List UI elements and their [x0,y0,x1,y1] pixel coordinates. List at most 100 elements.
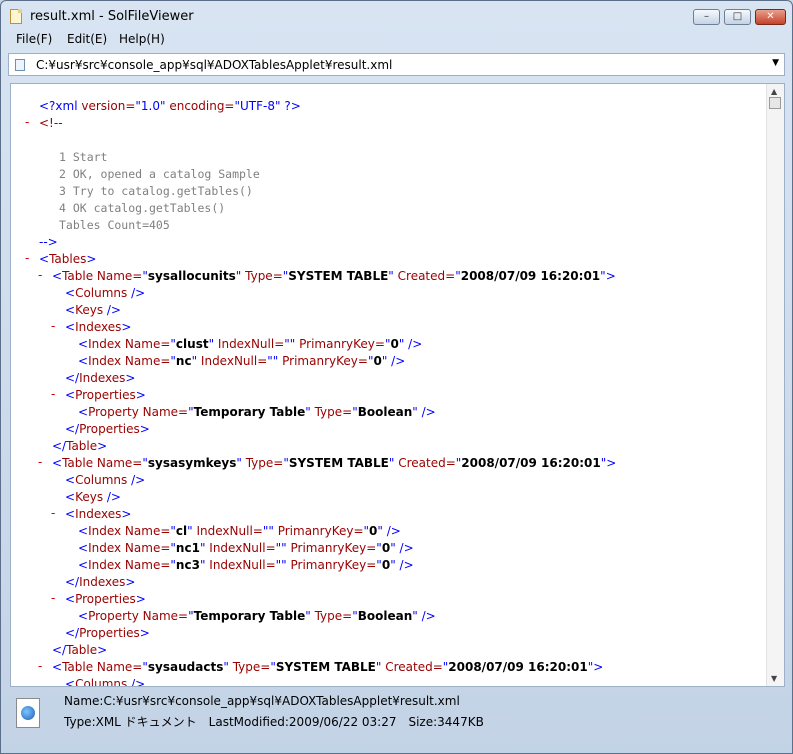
keys-element: <Keys /> [65,489,121,506]
scroll-thumb[interactable] [769,97,781,109]
path-combobox[interactable]: C:¥usr¥src¥console_app¥sql¥ADOXTablesApp… [8,53,785,76]
collapse-toggle[interactable]: - [25,251,29,265]
attr-value: clust [175,337,209,351]
attr-value: 2008/07/09 16:20:01 [460,269,601,283]
xml-viewer[interactable]: <?xml version="1.0" encoding="UTF-8" ?> -… [10,83,785,687]
scroll-up-icon[interactable]: ▲ [771,87,777,96]
table-close: </Table> [52,642,107,659]
attr-value: nc1 [175,541,200,555]
index-element: <Index Name="clust" IndexNull="" Primanr… [78,336,422,353]
properties-close: </Properties> [65,421,150,438]
attr-value: 0 [381,558,391,572]
bracket: < [65,388,76,402]
attr-name: Type= [241,456,284,470]
tables-open: <Tables> [39,251,96,268]
title-bar[interactable]: result.xml - SolFileViewer – □ ✕ [1,1,792,31]
attr-name: Name= [93,269,143,283]
bracket: </ [65,575,80,589]
table-element: <Table Name="sysaudacts" Type="SYSTEM TA… [52,659,603,676]
pi-open: <?xml [39,99,82,113]
window-title: result.xml - SolFileViewer [30,9,194,24]
bracket: < [78,558,89,572]
bracket: /> [382,524,401,538]
collapse-toggle[interactable]: - [25,115,29,129]
tag-name: Properties [75,388,136,402]
table-close: </Table> [52,438,107,455]
bracket: > [125,371,136,385]
bracket: < [78,354,89,368]
collapse-toggle[interactable]: - [51,387,55,401]
xml-declaration: <?xml version="1.0" encoding="UTF-8" ?> [39,98,301,115]
attr-name: IndexNull= [214,337,285,351]
columns-element: <Columns /> [65,676,146,687]
bracket: </ [65,422,80,436]
bracket: /> [417,609,436,623]
menu-file[interactable]: File(F) [16,32,52,46]
bracket: /> [404,337,423,351]
attr-value: nc [175,354,192,368]
menu-help[interactable]: Help(H) [119,32,165,46]
indexes-close: </Indexes> [65,370,135,387]
attr-name: Created= [393,269,456,283]
tag-name: Table [66,643,98,657]
attr-name: Name= [121,558,171,572]
tag-name: Index [88,354,122,368]
collapse-toggle[interactable]: - [51,506,55,520]
bracket: /> [395,541,414,555]
attr-name: Created= [394,456,456,470]
comment-line: 4 OK catalog.getTables() [59,201,226,215]
bracket: < [78,405,89,419]
collapse-toggle[interactable]: - [51,591,55,605]
attr-name: version= [81,99,136,113]
collapse-toggle[interactable]: - [51,319,55,333]
chevron-down-icon[interactable]: ▼ [772,58,779,68]
tag-name: Table [66,439,98,453]
collapse-toggle[interactable]: - [38,268,42,282]
attr-name: Name= [121,354,171,368]
table-element: <Table Name="sysasymkeys" Type="SYSTEM T… [52,455,616,472]
xml-file-icon [15,59,25,71]
comment-start: <!-- [39,115,63,132]
attr-name: PrimanryKey= [278,354,368,368]
attr-value: Boolean [357,405,413,419]
collapse-toggle[interactable]: - [38,455,42,469]
comment-line: Tables Count=405 [59,218,170,232]
comment-line: 3 Try to catalog.getTables() [59,184,253,198]
comment-line: 2 OK, opened a catalog Sample [59,167,260,181]
attr-value: 0 [373,354,382,368]
attr-value: 0 [381,541,391,555]
bracket: </ [52,643,67,657]
vertical-scrollbar[interactable]: ▲ ▼ [766,84,784,686]
collapse-toggle[interactable]: - [38,659,42,673]
attr-value: Temporary Table [193,609,306,623]
property-element: <Property Name="Temporary Table" Type="B… [78,404,436,421]
tag-name: Indexes [75,320,122,334]
minimize-button[interactable]: – [693,9,720,25]
attr-value: sysasymkeys [147,456,237,470]
bracket: > [605,269,616,283]
close-button[interactable]: ✕ [755,9,786,25]
attr-value: sysallocunits [147,269,236,283]
attr-name: PrimanryKey= [273,524,364,538]
comment-line: 1 Start [59,150,108,164]
attr-name: Name= [138,609,189,623]
tag-name: Properties [79,626,140,640]
attr-name: encoding= [165,99,235,113]
bracket: < [65,592,76,606]
properties-open: <Properties> [65,591,146,608]
tag-name: Properties [79,422,140,436]
scroll-down-icon[interactable]: ▼ [771,674,777,683]
tag-name: Property [88,405,139,419]
attr-value: 2008/07/09 16:20:01 [461,456,601,470]
properties-close: </Properties> [65,625,150,642]
menu-edit[interactable]: Edit(E) [67,32,107,46]
attr-value: "UTF-8" [234,99,281,113]
attr-value: SYSTEM TABLE [275,660,376,674]
attr-name: IndexNull= [205,541,276,555]
bracket: < [65,677,76,687]
bracket: /> [127,677,146,687]
xml-document-icon [16,698,40,728]
bracket: </ [52,439,67,453]
maximize-button[interactable]: □ [724,9,751,25]
status-name: Name:C:¥usr¥src¥console_app¥sql¥ADOXTabl… [64,694,460,708]
